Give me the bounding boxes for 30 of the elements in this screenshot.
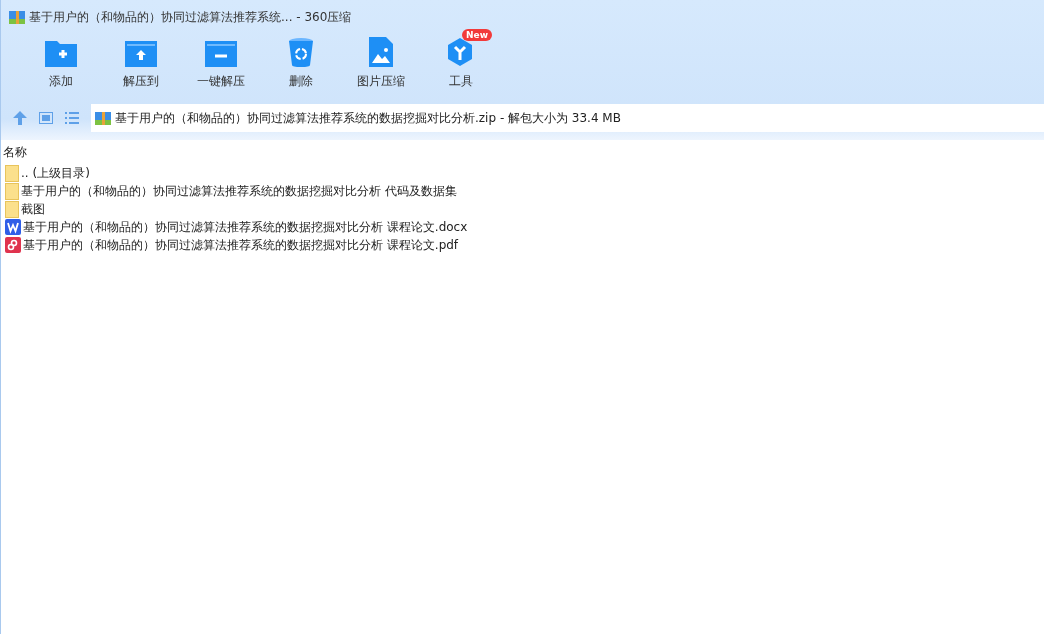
file-name[interactable]: .. (上级目录)	[21, 164, 90, 182]
file-name[interactable]: 基于用户的（和物品的）协同过滤算法推荐系统的数据挖掘对比分析 代码及数据集	[21, 182, 457, 200]
recycle-bin-icon	[288, 37, 314, 67]
column-header[interactable]: 名称	[1, 144, 1044, 164]
file-name[interactable]: 截图	[21, 200, 45, 218]
file-name[interactable]: 基于用户的（和物品的）协同过滤算法推荐系统的数据挖掘对比分析 课程论文.pdf	[23, 236, 459, 254]
folder-add-icon	[45, 39, 77, 67]
toolbar-button[interactable]: 图片压缩	[341, 24, 421, 96]
address-bar[interactable]: 基于用户的（和物品的）协同过滤算法推荐系统的数据挖掘对比分析.zip - 解包大小为 33.4 MB	[91, 104, 1044, 132]
word-document-icon	[5, 219, 21, 235]
thumbnail-view-icon[interactable]	[39, 112, 53, 124]
toolbar-button[interactable]: New 工具	[421, 24, 501, 96]
file-name[interactable]: 基于用户的（和物品的）协同过滤算法推荐系统的数据挖掘对比分析 课程论文.docx	[23, 218, 468, 236]
list-view-icon[interactable]	[65, 112, 79, 124]
folder-icon	[5, 200, 19, 218]
window-title: 基于用户的（和物品的）协同过滤算法推荐系统... - 360压缩	[29, 8, 352, 26]
archive-icon	[95, 110, 111, 126]
archive-icon	[9, 9, 25, 25]
toolbar-button[interactable]: 删除	[261, 24, 341, 96]
folder-minus-icon	[205, 39, 237, 67]
toolbar-button[interactable]: 添加	[21, 24, 101, 96]
toolbar-button[interactable]: 一键解压	[181, 24, 261, 96]
up-arrow-icon[interactable]	[13, 111, 27, 125]
folder-icon	[5, 164, 19, 182]
folder-icon	[5, 182, 19, 200]
folder-upload-icon	[125, 39, 157, 67]
new-badge: New	[462, 29, 492, 41]
pdf-document-icon	[5, 237, 21, 253]
image-file-icon	[369, 37, 393, 67]
toolbar-button[interactable]: 解压到	[101, 24, 181, 96]
